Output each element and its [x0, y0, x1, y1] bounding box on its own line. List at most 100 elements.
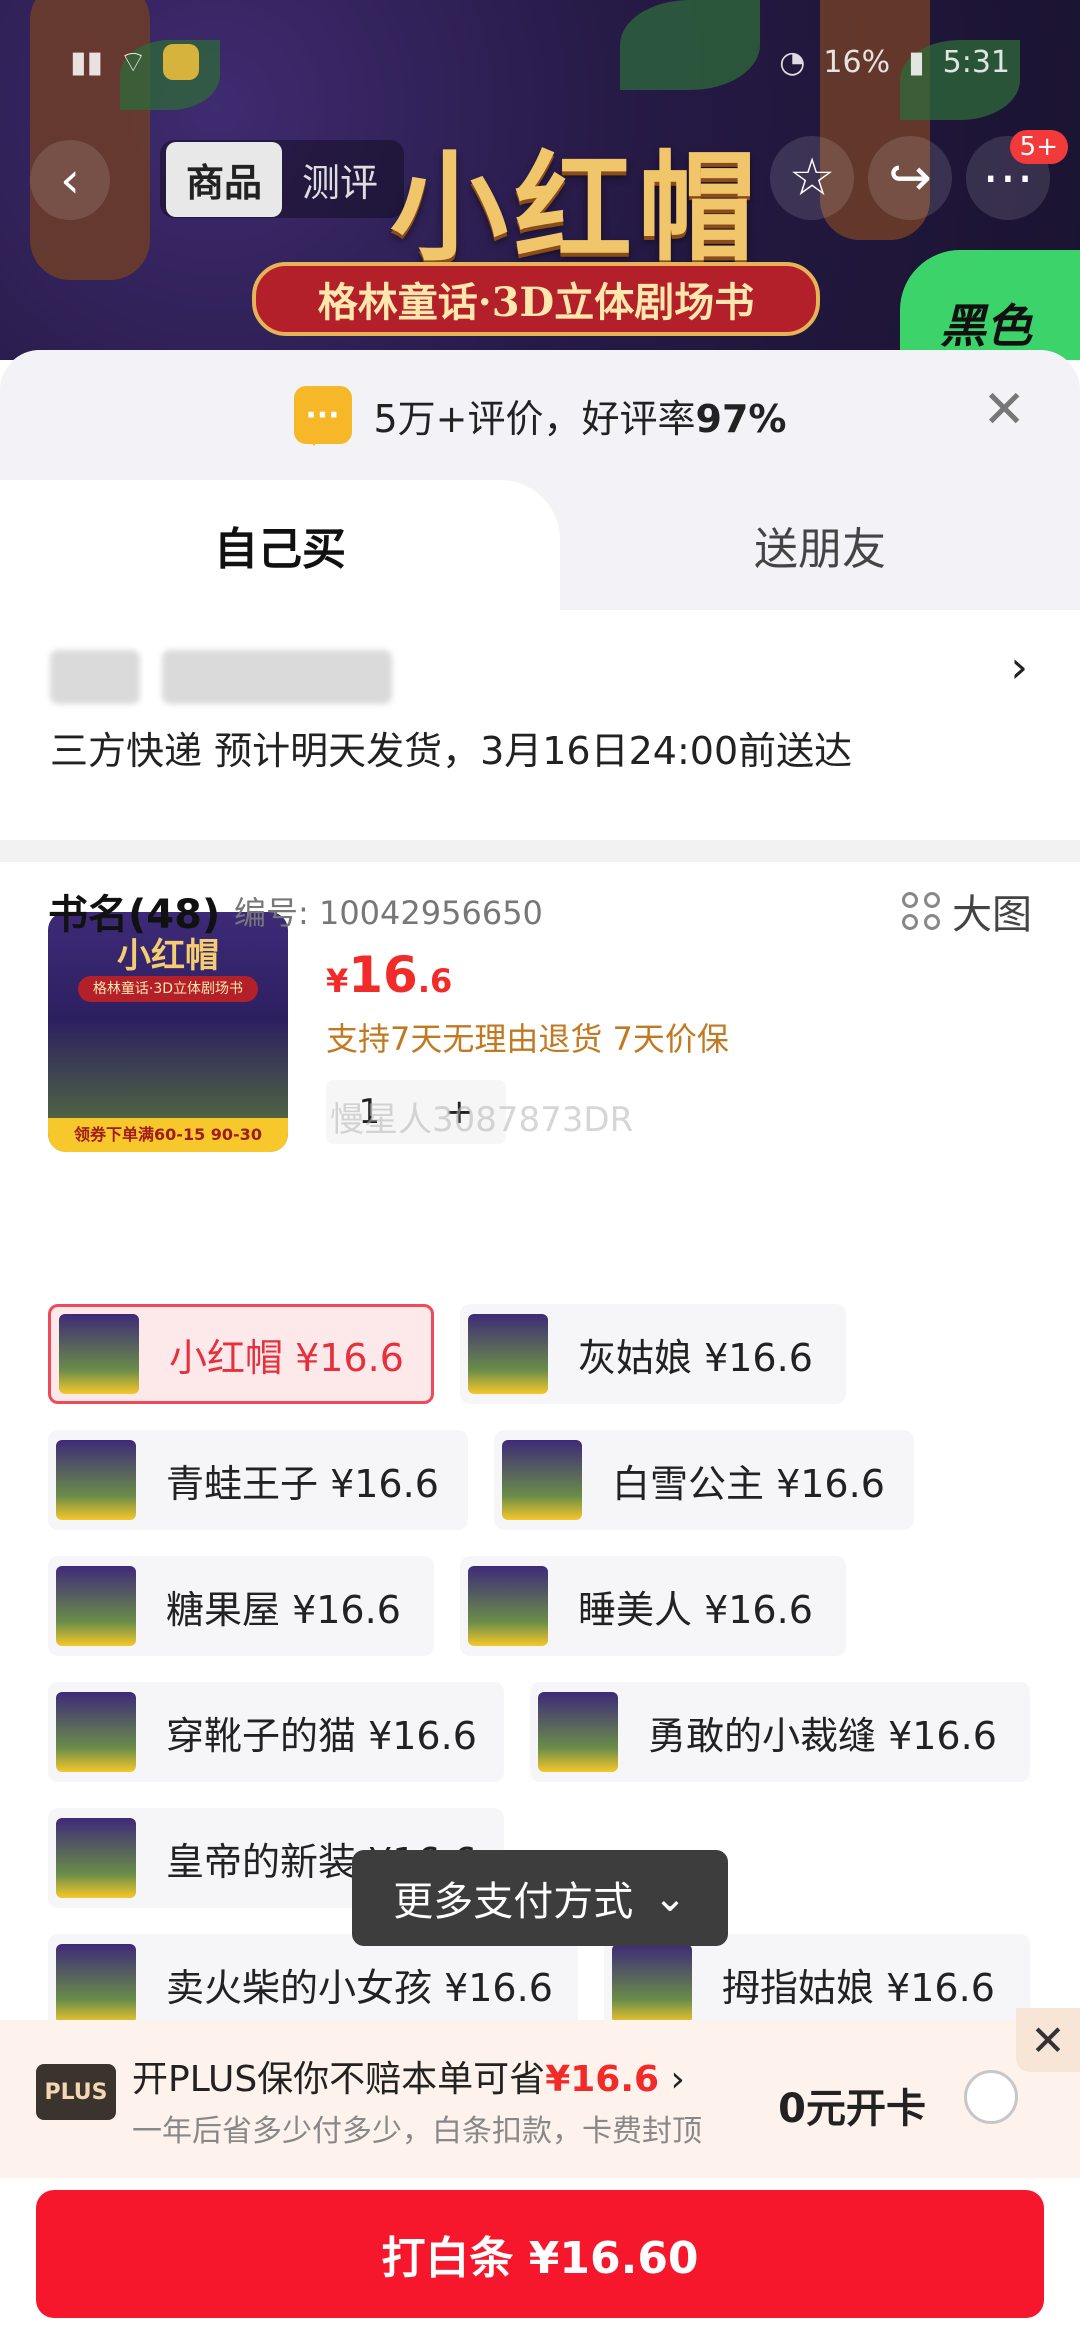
- option-thumbnail: [59, 1314, 139, 1394]
- option-thumbnail: [56, 1566, 136, 1646]
- tab-buy-self[interactable]: 自己买: [0, 480, 560, 610]
- more-payment-label: 更多支付方式: [393, 1879, 634, 1925]
- grid-icon: [902, 892, 940, 930]
- more-payment-button[interactable]: 更多支付方式 ⌄: [352, 1850, 728, 1946]
- double-chevron-down-icon: ⌄: [653, 1875, 687, 1921]
- close-icon[interactable]: ✕: [982, 380, 1026, 440]
- option-thumbnail: [538, 1692, 618, 1772]
- option-thumbnail: [612, 1944, 692, 2024]
- option-chip[interactable]: 勇敢的小裁缝 ¥16.6: [530, 1682, 1030, 1782]
- purchase-sheet: ··· 5万+评价，好评率97% ✕ 自己买 送朋友 › 三方快递 预计明天发货…: [0, 350, 1080, 2340]
- plus-promo-subtext: 一年后省多少付多少，白条扣款，卡费封顶: [132, 2114, 702, 2149]
- option-chip[interactable]: 青蛙王子 ¥16.6: [48, 1430, 468, 1530]
- option-thumbnail: [502, 1440, 582, 1520]
- battery-level: 16%: [823, 44, 891, 80]
- blur-block: [162, 650, 392, 704]
- option-label: 白雪公主 ¥16.6: [612, 1461, 885, 1506]
- option-label: 拇指姑娘 ¥16.6: [722, 1965, 995, 2010]
- clock: 5:31: [942, 44, 1010, 80]
- price-integer: 16: [348, 946, 418, 1004]
- spec-title: 书名(48): [48, 892, 221, 938]
- wifi-icon: ⌔: [119, 45, 148, 80]
- plus-open-card-label: 0元开卡: [778, 2086, 926, 2132]
- option-label: 卖火柴的小女孩 ¥16.6: [166, 1965, 553, 2010]
- blurred-address: [50, 650, 392, 704]
- chevron-left-icon: ‹: [60, 151, 80, 209]
- option-thumbnail: [56, 1692, 136, 1772]
- share-button[interactable]: ↪: [868, 136, 952, 220]
- option-chip[interactable]: 糖果屋 ¥16.6: [48, 1556, 434, 1656]
- hero-title: 小红帽: [390, 138, 763, 277]
- purchase-mode-tabs: 自己买 送朋友: [0, 480, 1080, 610]
- price-decimal: .6: [417, 962, 453, 1000]
- shipping-estimate: 三方快递 预计明天发货，3月16日24:00前送达: [50, 729, 853, 773]
- option-thumbnail: [468, 1314, 548, 1394]
- blur-block: [50, 650, 140, 704]
- hero-subtitle: 格林童话·3D立体剧场书: [252, 262, 820, 336]
- option-chip[interactable]: 睡美人 ¥16.6: [460, 1556, 846, 1656]
- watermark: 慢星人3087873DR: [330, 1100, 634, 1140]
- option-chip[interactable]: 穿靴子的猫 ¥16.6: [48, 1682, 504, 1782]
- product-thumbnail[interactable]: 小红帽 格林童话·3D立体剧场书 领券下单满60-15 90-30: [48, 912, 288, 1152]
- tab-review[interactable]: 测评: [282, 142, 398, 217]
- thumb-subtitle: 格林童话·3D立体剧场书: [78, 976, 258, 1002]
- alarm-icon: ◔: [779, 44, 806, 80]
- header-actions: ☆ ↪ ⋯: [770, 136, 1050, 220]
- option-chip[interactable]: 小红帽 ¥16.6: [48, 1304, 434, 1404]
- bigview-button[interactable]: 大图: [902, 882, 1032, 940]
- option-thumbnail: [56, 1440, 136, 1520]
- battery-icon: ▮: [908, 44, 925, 80]
- chevron-right-icon: ›: [1010, 642, 1028, 693]
- spec-header: 书名(48) 编号: 10042956650 大图: [48, 882, 1032, 942]
- comment-icon: ···: [293, 386, 352, 446]
- status-bar: ▮▮ ⌔ ◔ 16% ▮ 5:31: [70, 40, 1010, 84]
- option-chip[interactable]: 拇指姑娘 ¥16.6: [604, 1934, 1030, 2034]
- delivery-address[interactable]: › 三方快递 预计明天发货，3月16日24:00前送达: [0, 610, 1080, 840]
- favorite-button[interactable]: ☆: [770, 136, 854, 220]
- tab-gift-friend[interactable]: 送朋友: [560, 480, 1080, 610]
- plus-promo-bar[interactable]: PLUS 开PLUS保你不赔本单可省¥16.6 › 一年后省多少付多少，白条扣款…: [0, 2008, 1080, 2178]
- chevron-right-icon: ›: [670, 2059, 685, 2100]
- color-tag: 黑色: [900, 250, 1080, 360]
- option-label: 灰姑娘 ¥16.6: [578, 1335, 813, 1380]
- plus-saving-amount: ¥16.6: [545, 2059, 660, 2100]
- option-thumbnail: [468, 1566, 548, 1646]
- star-icon: ☆: [788, 148, 836, 208]
- section-divider: [0, 840, 1080, 862]
- rating-value: 97%: [695, 396, 787, 441]
- tab-product[interactable]: 商品: [166, 141, 283, 217]
- thumb-coupon: 领券下单满60-15 90-30: [48, 1118, 288, 1152]
- option-chip[interactable]: 灰姑娘 ¥16.6: [460, 1304, 846, 1404]
- plus-logo: PLUS: [36, 2064, 116, 2120]
- message-badge: 5+: [1009, 130, 1068, 164]
- rating-text: 5万+评价，好评率97%: [374, 388, 787, 443]
- option-label: 穿靴子的猫 ¥16.6: [166, 1713, 477, 1758]
- signal-icon: ▮▮: [70, 44, 104, 80]
- close-icon[interactable]: ✕: [1016, 2008, 1080, 2072]
- pay-with-baitiao-button[interactable]: 打白条 ¥16.60: [36, 2190, 1044, 2318]
- plus-main-prefix: 开PLUS保你不赔本单可省: [132, 2059, 546, 2100]
- back-button[interactable]: ‹: [30, 140, 110, 220]
- share-icon: ↪: [888, 148, 932, 208]
- header-tabs: 商品 测评: [160, 140, 405, 218]
- plus-promo-text: 开PLUS保你不赔本单可省¥16.6 ›: [132, 2050, 685, 2102]
- option-label: 青蛙王子 ¥16.6: [166, 1461, 439, 1506]
- option-label: 勇敢的小裁缝 ¥16.6: [648, 1713, 997, 1758]
- option-chip[interactable]: 卖火柴的小女孩 ¥16.6: [48, 1934, 578, 2034]
- product-price: ¥16.6: [326, 946, 452, 1004]
- option-chip[interactable]: 白雪公主 ¥16.6: [494, 1430, 914, 1530]
- weibo-icon: [163, 44, 200, 80]
- price-currency: ¥: [326, 962, 349, 1000]
- option-label: 睡美人 ¥16.6: [578, 1587, 813, 1632]
- option-label: 小红帽 ¥16.6: [169, 1335, 404, 1380]
- option-thumbnail: [56, 1944, 136, 2024]
- rating-prefix: 5万+评价，好评率: [373, 396, 696, 441]
- guarantee-text: 支持7天无理由退货 7天价保: [326, 1020, 729, 1058]
- item-code: 编号: 10042956650: [234, 894, 543, 932]
- option-label: 糖果屋 ¥16.6: [166, 1587, 401, 1632]
- bigview-label: 大图: [952, 892, 1032, 938]
- option-thumbnail: [56, 1818, 136, 1898]
- plus-opt-in-radio[interactable]: [964, 2070, 1018, 2124]
- product-hero-banner: ▮▮ ⌔ ◔ 16% ▮ 5:31 ‹ 商品 测评 小红帽 格林童话·3D立体剧…: [0, 0, 1080, 360]
- rating-summary[interactable]: ··· 5万+评价，好评率97% ✕: [0, 350, 1080, 480]
